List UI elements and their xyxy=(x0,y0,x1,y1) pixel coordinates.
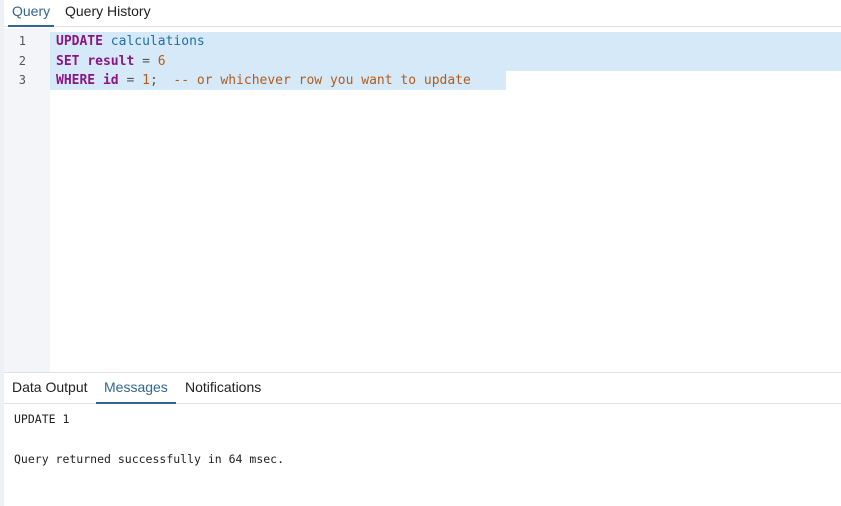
sql-keyword: WHERE xyxy=(56,73,96,88)
sql-operator: = xyxy=(142,54,150,69)
sql-number: 6 xyxy=(157,54,166,69)
code-line-2: SET result = 6 xyxy=(56,52,166,71)
tab-notifications[interactable]: Notifications xyxy=(177,373,269,404)
message-status: Query returned successfully in 64 msec. xyxy=(14,452,285,466)
query-tabs-bar: Query Query History xyxy=(4,0,841,27)
messages-panel: UPDATE 1 Query returned successfully in … xyxy=(4,404,841,506)
sql-column-name: result xyxy=(87,54,135,69)
sql-editor[interactable]: 1 2 3 UPDATE calculations SET result = 6… xyxy=(4,28,841,372)
line-number-gutter: 1 2 3 xyxy=(4,28,50,372)
sql-number: 1 xyxy=(142,73,150,88)
sql-keyword: UPDATE xyxy=(56,34,103,49)
sql-column-name: id xyxy=(102,73,119,88)
output-tabs-bar: Data Output Messages Notifications xyxy=(4,372,841,404)
tab-query[interactable]: Query xyxy=(8,0,55,27)
selection-highlight xyxy=(50,52,841,71)
sql-terminator: ; xyxy=(149,73,158,88)
tab-data-output[interactable]: Data Output xyxy=(4,373,96,404)
message-result: UPDATE 1 xyxy=(14,412,70,426)
code-area[interactable]: UPDATE calculations SET result = 6 WHERE… xyxy=(50,28,841,372)
line-number: 1 xyxy=(18,34,26,48)
line-number: 3 xyxy=(18,73,26,87)
sql-comment: -- or whichever row you want to update xyxy=(173,73,471,88)
sql-keyword: SET xyxy=(56,54,80,69)
tab-messages[interactable]: Messages xyxy=(96,373,176,404)
line-number: 2 xyxy=(18,54,26,68)
tab-query-history[interactable]: Query History xyxy=(61,0,155,27)
sql-table-name: calculations xyxy=(110,34,205,49)
code-line-3: WHERE id = 1; -- or whichever row you wa… xyxy=(56,71,471,90)
sql-operator: = xyxy=(126,73,135,88)
code-line-1: UPDATE calculations xyxy=(56,32,205,51)
